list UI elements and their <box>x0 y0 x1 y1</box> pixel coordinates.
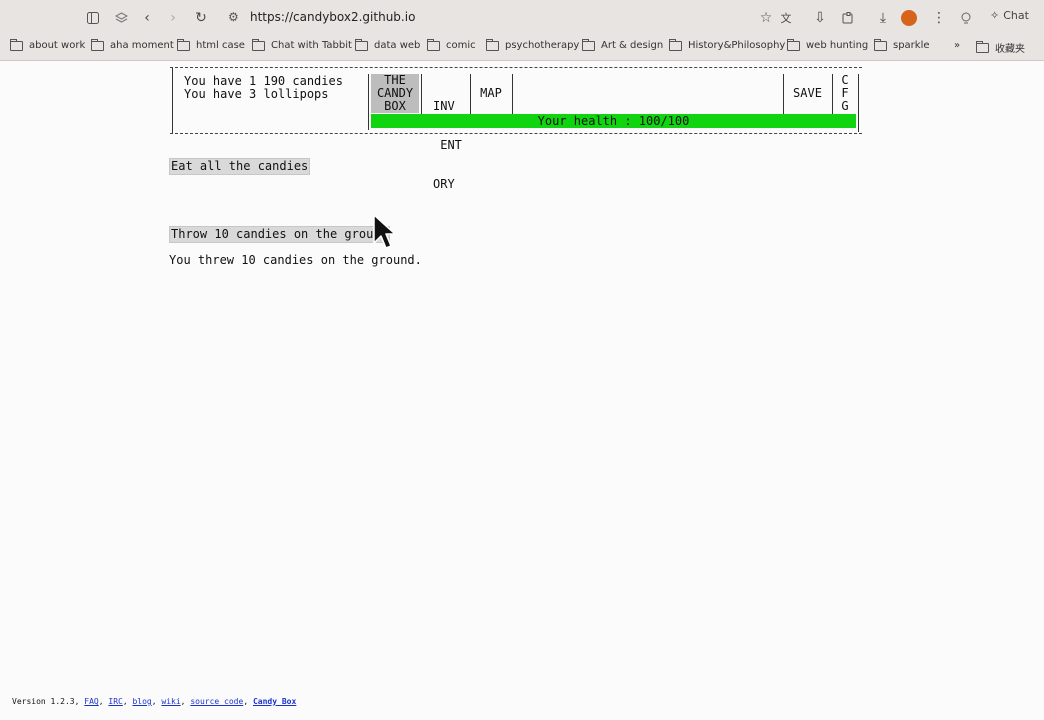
blog-link[interactable]: blog <box>132 697 151 706</box>
tab-map[interactable]: MAP <box>472 87 510 100</box>
bookmark-web-hunting[interactable]: web hunting <box>787 38 868 51</box>
extensions-icon[interactable] <box>838 8 858 28</box>
divider-before-save <box>783 74 784 114</box>
folder-icon <box>91 38 104 51</box>
menu-icon[interactable]: ⋮ <box>929 8 949 28</box>
frame-left <box>172 68 173 133</box>
folder-icon <box>427 38 440 51</box>
health-text: Your health : 100/100 <box>537 114 690 128</box>
sparkle-icon: ✧ <box>990 9 1000 22</box>
bookmark-comic[interactable]: comic <box>427 38 476 51</box>
address-bar[interactable]: https://candybox2.github.io <box>250 10 415 24</box>
folder-icon <box>177 38 190 51</box>
folder-icon <box>252 38 265 51</box>
downloads-icon[interactable]: ⤓ <box>873 8 893 28</box>
divider-save <box>832 74 833 114</box>
mouse-cursor-icon <box>372 213 396 257</box>
folder-icon <box>874 38 887 51</box>
divider-candybox <box>421 74 422 114</box>
reload-icon[interactable]: ↻ <box>191 8 211 28</box>
folder-icon <box>486 38 499 51</box>
site-settings-icon[interactable]: ⚙ <box>228 10 239 24</box>
bookmark-html-case[interactable]: html case <box>177 38 245 51</box>
eat-all-candies-button[interactable]: Eat all the candies <box>169 158 311 175</box>
folder-icon <box>669 38 682 51</box>
sidebar-toggle-icon[interactable] <box>83 8 103 28</box>
footer: Version 1.2.3, FAQ, IRC, blog, wiki, sou… <box>12 697 297 706</box>
folder-icon <box>355 38 368 51</box>
throw-candies-button[interactable]: Throw 10 candies on the ground <box>169 226 390 243</box>
faq-link[interactable]: FAQ <box>84 697 98 706</box>
bookmark-star-icon[interactable]: ☆ <box>756 8 776 28</box>
bookmark-history-philosophy[interactable]: History&Philosophy <box>669 38 785 51</box>
bookmark-sparkle[interactable]: sparkle <box>874 38 930 51</box>
folder-icon <box>787 38 800 51</box>
divider-map <box>512 74 513 114</box>
page-content: You have 1 190 candies You have 3 lollip… <box>0 61 1044 720</box>
folder-icon <box>582 38 595 51</box>
bookmarks-folder[interactable]: 收藏夹 <box>976 40 1025 55</box>
candy-box-link[interactable]: Candy Box <box>253 697 296 706</box>
divider-status <box>368 74 369 130</box>
forward-icon[interactable]: › <box>163 8 183 28</box>
lightbulb-icon[interactable] <box>956 8 976 28</box>
source-code-link[interactable]: source code <box>190 697 243 706</box>
browser-toolbar: ‹ › ↻ ⚙ https://candybox2.github.io ☆ 文 … <box>0 0 1044 36</box>
folder-icon <box>10 38 23 51</box>
divider-inventory <box>470 74 471 114</box>
bookmarks-overflow-button[interactable]: » <box>954 40 960 51</box>
status-bar-top-border <box>170 67 862 68</box>
bookmark-data-web[interactable]: data web <box>355 38 420 51</box>
tab-inventory[interactable]: INV ENT ORY <box>423 74 468 217</box>
tab-the-candy-box[interactable]: THE CANDY BOX <box>371 74 419 113</box>
bookmark-art-design[interactable]: Art & design <box>582 38 663 51</box>
save-button[interactable]: SAVE <box>785 87 830 100</box>
bookmark-aha-moment[interactable]: aha moment <box>91 38 174 51</box>
folder-icon <box>976 40 989 53</box>
frame-right <box>858 74 859 132</box>
profile-avatar[interactable] <box>901 10 917 26</box>
chat-label: Chat <box>1003 9 1029 22</box>
layers-icon[interactable] <box>111 8 131 28</box>
translate-icon[interactable]: 文 <box>776 8 796 28</box>
install-icon[interactable]: ⇩ <box>810 8 830 28</box>
irc-link[interactable]: IRC <box>108 697 122 706</box>
bookmarks-bar: about work aha moment html case Chat wit… <box>0 36 1044 61</box>
health-bar: Your health : 100/100 <box>371 114 856 128</box>
status-bar-bottom-border <box>170 133 862 134</box>
bookmark-chat-with-tabbit[interactable]: Chat with Tabbit <box>252 38 352 51</box>
version-text: Version 1.2.3, <box>12 697 80 706</box>
lollipops-count: You have 3 lollipops <box>184 87 329 101</box>
bookmark-psychotherapy[interactable]: psychotherapy <box>486 38 579 51</box>
config-button[interactable]: C F G <box>834 74 856 113</box>
back-icon[interactable]: ‹ <box>137 8 157 28</box>
chat-button[interactable]: ✧ Chat <box>990 9 1029 22</box>
wiki-link[interactable]: wiki <box>161 697 180 706</box>
bookmark-about-work[interactable]: about work <box>10 38 85 51</box>
